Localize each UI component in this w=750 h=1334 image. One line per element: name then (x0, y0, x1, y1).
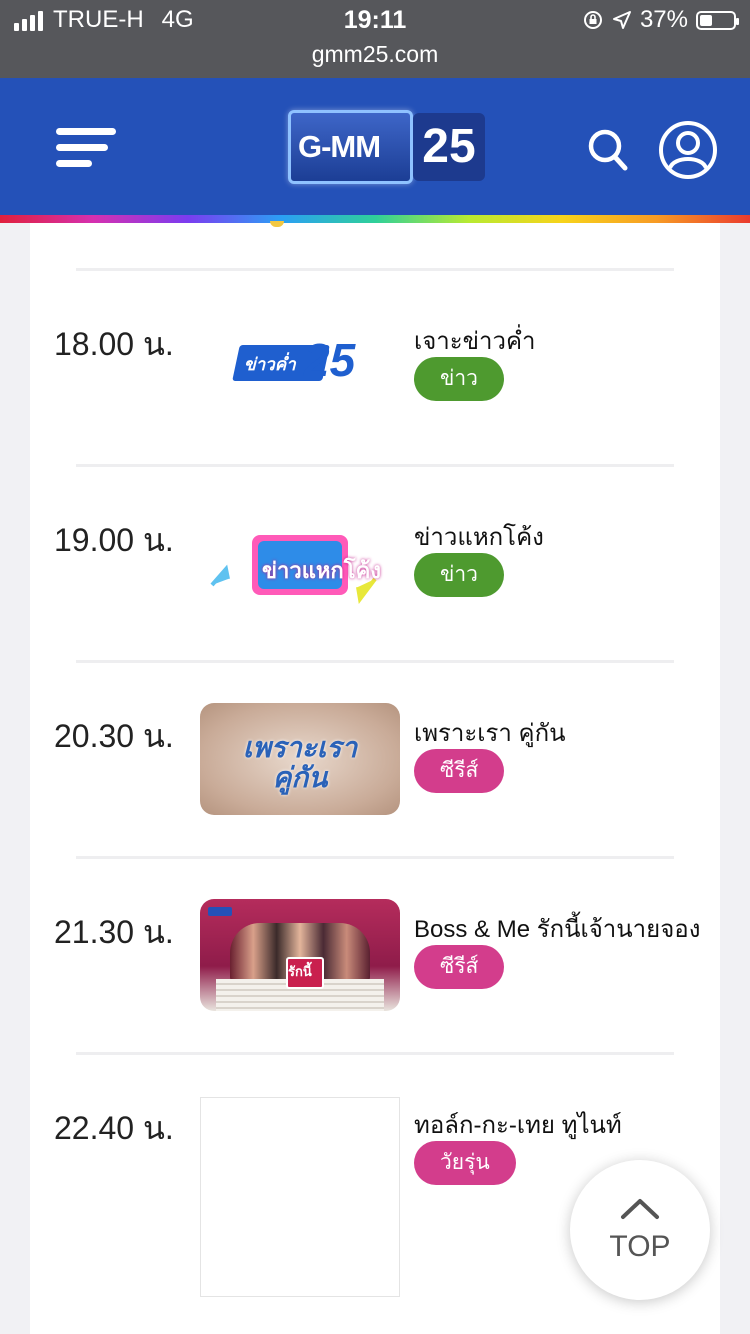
program-thumbnail[interactable]: รักนี้ (200, 899, 400, 1011)
genre-badge[interactable]: ซีรีส์ (414, 945, 505, 989)
genre-badge[interactable]: ซีรีส์ (414, 749, 505, 793)
program-title[interactable]: เพราะเรา คู่กัน (414, 713, 566, 752)
location-icon (612, 11, 631, 29)
logo-number: 25 (413, 113, 485, 181)
schedule-row[interactable]: 20.30 น. เพราะเรา คู่กัน เพราะเรา คู่กัน… (30, 663, 720, 859)
program-thumbnail[interactable]: เพราะเรา คู่กัน (200, 703, 400, 815)
url-bar[interactable]: gmm25.com (0, 41, 750, 68)
program-thumbnail[interactable]: ข่าวแหกโค้ง (200, 507, 400, 619)
program-title[interactable]: Boss & Me รักนี้เจ้านายจอง (414, 909, 700, 948)
genre-badge[interactable]: วัยรุ่น (414, 1141, 516, 1185)
status-bar: TRUE-H 4G 19:11 gmm25.com 37% (0, 0, 750, 78)
back-to-top-button[interactable]: TOP (570, 1160, 710, 1300)
rainbow-stripe (0, 215, 750, 223)
thumbnail-number: 25 (304, 334, 356, 386)
chevron-up-icon (621, 1199, 659, 1219)
schedule-row[interactable]: 18.00 น. ข่าวค่ำ 25 เจาะข่าวค่ำ ข่าว (30, 271, 720, 467)
program-time: 22.40 น. (54, 1110, 174, 1146)
program-thumbnail[interactable] (200, 1097, 400, 1297)
search-icon[interactable] (588, 128, 628, 172)
program-title[interactable]: ทอล์ก-กะ-เทย ทูไนท์ (414, 1105, 622, 1144)
program-title[interactable]: เจาะข่าวค่ำ (414, 321, 536, 360)
user-icon[interactable] (658, 120, 718, 180)
program-time: 20.30 น. (54, 718, 174, 754)
schedule-row[interactable]: 19.00 น. ข่าวแหกโค้ง ข่าวแหกโค้ง ข่าว (30, 467, 720, 663)
thumbnail-label: เพราะเรา คู่กัน (242, 732, 358, 793)
channel-logo-mini (208, 907, 232, 916)
status-right: 37% (582, 6, 739, 34)
back-to-top-label: TOP (609, 1230, 671, 1263)
lock-rotation-icon (583, 11, 602, 29)
schedule-row[interactable]: 21.30 น. รักนี้ Boss & Me รักนี้เจ้านายจ… (30, 859, 720, 1055)
battery-icon (696, 10, 739, 30)
thumbnail-label: ข่าวค่ำ (244, 355, 296, 374)
thumbnail-label: รักนี้ (288, 964, 312, 979)
program-time: 18.00 น. (54, 326, 174, 362)
battery-percent: 37% (639, 6, 688, 33)
genre-badge[interactable]: ข่าว (414, 553, 504, 597)
thumbnail-label: ข่าวแหกโค้ง (262, 558, 382, 583)
gmm25-logo[interactable]: G-MM 25 (288, 107, 486, 187)
genre-badge[interactable]: ข่าว (414, 357, 504, 401)
program-thumbnail[interactable]: ข่าวค่ำ 25 (200, 311, 400, 423)
program-time: 19.00 น. (54, 522, 174, 558)
program-time: 21.30 น. (54, 914, 174, 950)
program-title[interactable]: ข่าวแหกโค้ง (414, 517, 544, 556)
menu-icon[interactable] (56, 128, 116, 168)
logo-text: G-MM (298, 129, 381, 164)
